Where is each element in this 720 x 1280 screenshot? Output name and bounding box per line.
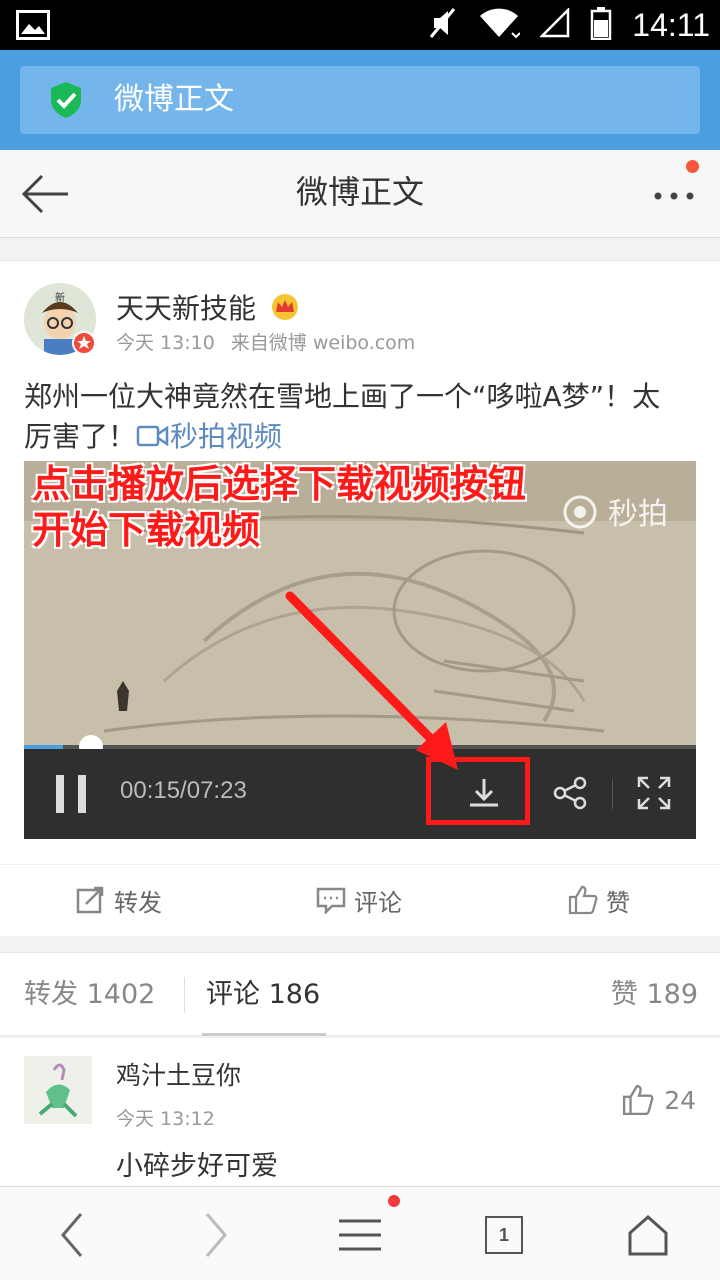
nav-back-button[interactable] <box>44 1207 100 1263</box>
thumbs-up-icon <box>568 885 598 915</box>
control-divider <box>612 779 613 809</box>
watermark-logo-icon <box>563 495 597 529</box>
video-time: 00:15/07:23 <box>120 777 247 804</box>
video-camera-icon <box>136 425 169 447</box>
more-button[interactable] <box>652 160 700 214</box>
signal-icon <box>539 6 570 42</box>
post-source: 来自微博 weibo.com <box>230 332 416 354</box>
video-link-label: 秒拍视频 <box>170 420 283 453</box>
watermark-label: 秒拍 <box>608 497 668 532</box>
like-button[interactable]: 赞 <box>568 865 630 935</box>
notification-dot <box>686 160 699 173</box>
comment-like-count: 24 <box>664 1085 696 1115</box>
comment-button[interactable]: 评论 <box>316 865 402 935</box>
tabs-count-icon: 1 <box>485 1216 523 1254</box>
repost-button[interactable]: 转发 <box>76 865 162 935</box>
weibo-post: 新 天天新技能 今天 13:10 来自微博 weibo.com 郑州一位大神竟然在… <box>0 260 720 936</box>
post-actions: 转发 评论 赞 <box>0 864 720 934</box>
url-title: 微博正文 <box>114 82 234 117</box>
annotation-line-2: 开始下载视频 <box>32 507 261 552</box>
menu-icon <box>339 1219 381 1251</box>
battery-icon <box>590 6 612 44</box>
wifi-icon <box>478 7 522 43</box>
crown-icon <box>270 293 300 325</box>
thumbs-up-icon <box>623 1084 654 1116</box>
tab-divider <box>184 977 185 1013</box>
mute-icon <box>428 6 458 44</box>
tab-comments[interactable]: 评论 186 <box>206 977 320 1013</box>
page-header: 微博正文 <box>0 150 720 238</box>
comment-label: 评论 <box>354 888 402 917</box>
share-icon <box>553 776 587 810</box>
comment-text: 小碎步好可爱 <box>116 1151 278 1182</box>
clock: 14:11 <box>632 6 710 43</box>
avatar-text: 新 <box>55 291 65 304</box>
home-icon <box>628 1214 668 1256</box>
post-time: 今天 13:10 <box>116 332 215 354</box>
chevron-right-icon <box>205 1213 227 1257</box>
post-body: 郑州一位大神竟然在雪地上画了一个“哆啦A梦”！太厉害了！ <box>24 380 661 453</box>
post-text: 郑州一位大神竟然在雪地上画了一个“哆啦A梦”！太厉害了！ 秒拍视频 <box>24 377 684 457</box>
chevron-left-icon <box>61 1213 83 1257</box>
nav-home-button[interactable] <box>620 1207 676 1263</box>
commenter-avatar[interactable] <box>24 1056 92 1124</box>
video-player[interactable]: 点击播放后选择下载视频按钮 开始下载视频 秒拍 00:15/07:23 <box>24 461 696 839</box>
annotation-line-1: 点击播放后选择下载视频按钮 <box>32 461 527 506</box>
like-label: 赞 <box>606 888 630 917</box>
page-title: 微博正文 <box>295 173 424 211</box>
repost-label: 转发 <box>114 888 162 917</box>
pause-button[interactable] <box>54 775 88 813</box>
fullscreen-icon <box>637 776 671 810</box>
nav-forward-button[interactable] <box>188 1207 244 1263</box>
browser-bottom-nav: 1 <box>0 1186 720 1280</box>
browser-bar: 微博正文 <box>0 50 720 150</box>
comment-like-button[interactable]: 24 <box>622 1084 696 1116</box>
video-controls: 00:15/07:23 <box>24 749 696 839</box>
active-tab-underline <box>202 1033 326 1036</box>
annotation-text: 点击播放后选择下载视频按钮 开始下载视频 <box>32 461 526 553</box>
nav-tabs-button[interactable]: 1 <box>476 1207 532 1263</box>
tab-count: 1 <box>498 1224 509 1245</box>
comment-item: 鸡汁土豆你 今天 13:12 小碎步好可爱 24 <box>0 1038 720 1188</box>
download-highlight <box>426 757 530 825</box>
repost-icon <box>76 886 104 914</box>
tab-likes[interactable]: 赞 189 <box>611 977 698 1013</box>
shield-check-icon <box>48 80 84 124</box>
video-link[interactable]: 秒拍视频 <box>136 420 282 453</box>
tab-reposts[interactable]: 转发 1402 <box>24 977 155 1013</box>
comment-icon <box>316 887 346 914</box>
share-button[interactable] <box>550 773 590 813</box>
nav-menu-button[interactable] <box>332 1195 400 1263</box>
commenter-name[interactable]: 鸡汁土豆你 <box>116 1056 241 1092</box>
more-dots-icon <box>654 192 694 200</box>
fullscreen-button[interactable] <box>634 773 674 813</box>
interaction-tabs: 转发 1402 评论 186 赞 189 <box>0 952 720 1036</box>
comment-time: 今天 13:12 <box>116 1108 215 1130</box>
url-box[interactable]: 微博正文 <box>20 66 700 134</box>
miaopai-watermark: 秒拍 <box>562 489 668 533</box>
menu-notification-dot <box>388 1195 400 1207</box>
verified-badge-icon <box>72 331 96 355</box>
gallery-icon <box>16 10 50 44</box>
post-meta: 今天 13:10 来自微博 weibo.com <box>116 331 415 355</box>
status-bar: 14:11 <box>0 0 720 50</box>
author-name[interactable]: 天天新技能 <box>116 291 256 327</box>
